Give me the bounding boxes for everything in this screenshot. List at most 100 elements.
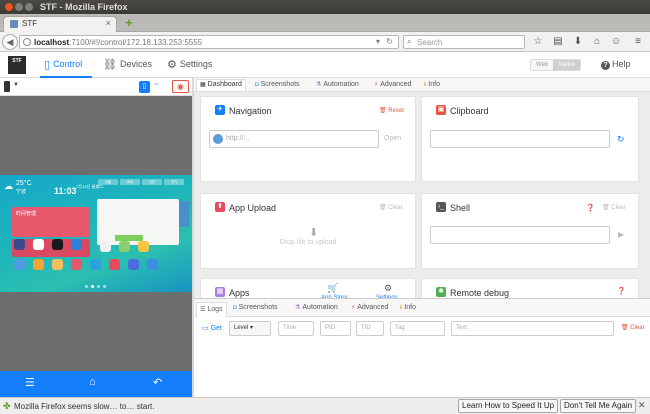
new-tab-button[interactable]: + <box>122 16 136 30</box>
cart-icon[interactable]: 🛒 <box>327 283 338 294</box>
nav-devices-label: Devices <box>119 59 152 69</box>
settings-gear-icon[interactable]: ⚙ <box>384 283 392 294</box>
shell-title: Shell <box>450 203 471 213</box>
app-upload-clear-button[interactable]: 🗑 Clear <box>379 204 403 211</box>
phone-clock: 11:03 <box>54 186 77 196</box>
tab-screenshots[interactable]: ◘ Screenshots <box>252 80 303 92</box>
page-dot <box>84 285 88 288</box>
level-value: Level <box>234 325 249 331</box>
app-upload-card: ⬆ App Upload 🗑 Clear ⬇ Drop file to uplo… <box>200 193 416 269</box>
tab-log-info[interactable]: ℹ Info <box>400 304 416 311</box>
bookmarks-list-icon[interactable]: ▤ <box>552 36 564 48</box>
mode-native-button[interactable]: Native <box>553 60 581 70</box>
tab-log-screenshots[interactable]: ◘ Screenshots <box>233 304 278 311</box>
time-filter[interactable]: Time <box>278 321 314 336</box>
tab-info[interactable]: ℹ Info <box>421 80 443 92</box>
mode-toggle[interactable]: Web Native <box>530 59 582 71</box>
home-icon[interactable]: ⌂ <box>591 36 603 48</box>
back-nav-button[interactable]: ↶ <box>153 376 162 389</box>
logs-clear-button[interactable]: 🗑 Clear <box>621 324 645 331</box>
open-button[interactable]: Open <box>384 135 401 142</box>
phone-home-screen[interactable]: ☁ 25°C 宁波 11:03 7月12日 星期二 日程 号码 日历 天气 时间… <box>0 175 192 292</box>
tab-automation[interactable]: ⚗ Automation <box>313 80 362 92</box>
shell-card: ›_ Shell ❓ 🗑 Clear ▶ <box>421 193 639 269</box>
cloud-icon: ☁ <box>4 181 13 191</box>
tab-log-screenshots-label: Screenshots <box>238 304 278 311</box>
download-icon[interactable]: ⬇ <box>572 36 584 48</box>
tab-screenshots-label: Screenshots <box>260 81 300 88</box>
drop-zone[interactable]: Drop file to upload <box>201 239 415 246</box>
device-screen[interactable]: ☁ 25°C 宁波 11:03 7月12日 星期二 日程 号码 日历 天气 时间… <box>0 96 192 371</box>
run-icon[interactable]: ▶ <box>618 230 624 239</box>
level-select[interactable]: Level ▾ <box>229 321 271 336</box>
bug-icon: ✱ <box>436 287 446 297</box>
home-button[interactable]: ⌂ <box>89 376 96 388</box>
tag-filter[interactable]: Tag <box>390 321 445 336</box>
mode-web-button[interactable]: Web <box>531 60 554 70</box>
reload-icon[interactable]: ▾ ↻ <box>376 37 395 46</box>
url-input[interactable]: http://... <box>209 130 379 148</box>
device-toolbar: ▼ ▯ ⇔ ◉ <box>0 78 192 96</box>
tab-advanced[interactable]: ⚡ Advanced <box>371 80 414 92</box>
window-titlebar: STF - Mozilla Firefox <box>0 0 650 14</box>
pid-filter[interactable]: PID <box>320 321 351 336</box>
url-bar[interactable]: localhost:7100/#!/control/172.18.133.253… <box>19 35 399 49</box>
tab-log-automation[interactable]: ⚗ Automation <box>295 304 338 311</box>
tab-dashboard[interactable]: ▦ Dashboard <box>196 79 246 91</box>
text-filter[interactable]: Text <box>451 321 614 336</box>
clipboard-title: Clipboard <box>450 106 489 116</box>
weather-temp: 25°C <box>16 180 32 187</box>
clipboard-input[interactable] <box>430 130 610 148</box>
bookmark-star-icon[interactable]: ☆ <box>532 36 544 48</box>
side-widget <box>179 201 189 227</box>
nav-control-label: Control <box>53 59 83 69</box>
tab-close-icon[interactable]: × <box>106 18 111 28</box>
camera-icon: ◘ <box>255 82 259 88</box>
shell-help-icon[interactable]: ❓ <box>586 204 595 212</box>
eye-icon[interactable]: ◉ <box>172 80 189 93</box>
page-indicator <box>70 285 120 288</box>
tid-filter[interactable]: TID <box>356 321 384 336</box>
rotate-icon[interactable]: ⇔ <box>153 81 160 88</box>
tab-log-advanced[interactable]: ⚡ Advanced <box>351 304 388 311</box>
remote-debug-help-icon[interactable]: ❓ <box>617 287 626 295</box>
app-icon <box>90 259 101 270</box>
app-icon <box>14 239 25 250</box>
site-identity-icon[interactable] <box>23 38 31 46</box>
nav-settings[interactable]: ⚙ Settings <box>167 58 212 71</box>
menu-button[interactable]: ☰ <box>25 376 35 389</box>
window-close-button[interactable] <box>5 3 13 11</box>
refresh-icon[interactable]: ↻ <box>617 134 625 145</box>
control-panel: ▦ Dashboard ◘ Screenshots ⚗ Automation ⚡ Adv… <box>194 78 650 301</box>
portrait-button[interactable]: ▯ <box>139 81 150 93</box>
notification-close-icon[interactable]: ✕ <box>638 400 646 411</box>
tab-log-info-label: Info <box>404 304 416 311</box>
tab-logs[interactable]: ☰ Logs <box>196 302 227 317</box>
navigation-reset-button[interactable]: 🗑 Reset <box>379 107 404 114</box>
chat-icon[interactable]: ☺ <box>610 36 622 48</box>
shell-clear-button[interactable]: 🗑 Clear <box>602 204 626 211</box>
shell-input[interactable] <box>430 226 610 244</box>
app-icon <box>71 239 82 250</box>
nav-devices[interactable]: ⛓ Devices <box>103 58 152 71</box>
menu-icon[interactable]: ≡ <box>632 36 644 48</box>
apps-title: Apps <box>229 288 250 298</box>
search-bar[interactable]: ⌕ Search <box>403 35 525 49</box>
device-dropdown-icon[interactable]: ▼ <box>13 82 19 88</box>
get-logs-button[interactable]: ▭ Get <box>202 324 222 332</box>
window-maximize-button[interactable] <box>25 3 33 11</box>
remote-debug-title: Remote debug <box>450 288 510 298</box>
window-minimize-button[interactable] <box>15 3 23 11</box>
dont-tell-again-button[interactable]: Don't Tell Me Again <box>560 399 637 413</box>
app-icon <box>147 259 158 270</box>
device-phone-icon[interactable] <box>4 81 10 92</box>
log-filters: ▭ Get Level ▾ Time PID TID Tag Text 🗑 Cl… <box>194 319 650 339</box>
phone-tab: 天气 <box>164 179 184 185</box>
nav-control[interactable]: ▯ Control <box>44 58 82 71</box>
url-text: localhost:7100/#!/control/172.18.133.253… <box>34 38 202 47</box>
learn-speed-button[interactable]: Learn How to Speed It Up <box>458 399 559 413</box>
help-link[interactable]: ? Help <box>601 59 631 70</box>
stf-logo[interactable]: STF <box>8 56 26 74</box>
browser-tab[interactable]: STF × <box>3 16 117 32</box>
back-button[interactable]: ◀ <box>2 34 18 50</box>
